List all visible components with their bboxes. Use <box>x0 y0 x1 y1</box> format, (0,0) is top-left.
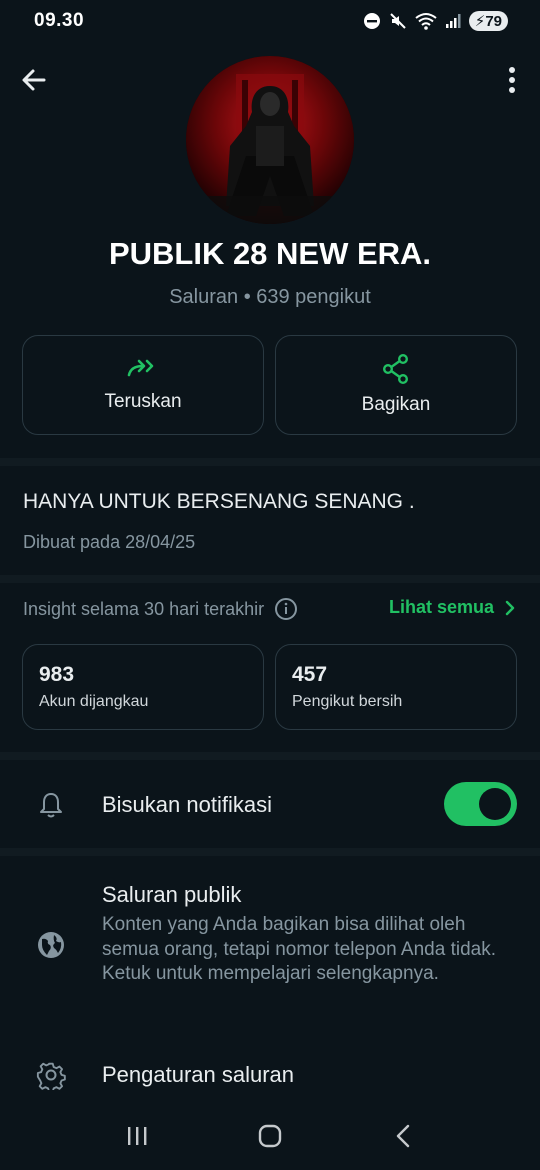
signal-icon <box>445 14 461 28</box>
bell-icon <box>40 793 62 818</box>
battery-level: 79 <box>485 12 502 30</box>
see-all-link[interactable]: Lihat semua <box>389 597 516 618</box>
forward-button[interactable]: Teruskan <box>22 335 264 435</box>
globe-icon <box>38 932 64 958</box>
share-label: Bagikan <box>361 394 431 415</box>
stat-card-followers[interactable]: 457 Pengikut bersih <box>275 644 517 730</box>
gear-icon <box>36 1062 66 1090</box>
section-divider <box>0 752 540 760</box>
arrow-left-icon[interactable] <box>18 64 50 96</box>
channel-avatar[interactable] <box>186 56 354 224</box>
mute-toggle[interactable] <box>444 782 517 826</box>
double-forward-icon <box>127 359 154 377</box>
more-vert-icon[interactable] <box>502 64 522 96</box>
public-channel-title[interactable]: Saluran publik <box>102 882 241 908</box>
do-not-disturb-icon <box>363 13 380 29</box>
channel-name: PUBLIK 28 NEW ERA. <box>108 236 432 271</box>
status-time: 09.30 <box>34 10 85 31</box>
status-icons: ⚡ 79 <box>363 11 508 31</box>
recent-apps-icon <box>127 1127 147 1145</box>
recent-apps-button[interactable] <box>117 1116 157 1156</box>
created-date: Dibuat pada 28/04/25 <box>23 532 196 552</box>
see-all-label: Lihat semua <box>388 597 494 617</box>
section-divider <box>0 458 540 466</box>
toggle-knob <box>479 788 511 820</box>
system-nav-bar <box>0 1102 540 1170</box>
insights-header: Insight selama 30 hari terakhir <box>23 597 298 621</box>
channel-subtitle: Saluran • 639 pengikut <box>169 286 371 308</box>
back-nav-icon <box>397 1124 410 1148</box>
back-nav-button[interactable] <box>383 1116 423 1156</box>
status-bar: 09.30 ⚡ 79 <box>0 0 540 42</box>
info-icon[interactable] <box>274 597 298 621</box>
chevron-right-icon <box>505 600 515 615</box>
channel-settings-label[interactable]: Pengaturan saluran <box>102 1062 294 1088</box>
forward-label: Teruskan <box>104 391 182 412</box>
avatar-image <box>186 56 354 224</box>
stat-value: 983 <box>39 663 75 686</box>
section-divider <box>0 575 540 583</box>
wifi-icon <box>415 13 437 30</box>
stat-value: 457 <box>292 663 328 686</box>
public-channel-description: Konten yang Anda bagikan bisa dilihat ol… <box>102 914 496 984</box>
stat-label: Pengikut bersih <box>292 693 403 710</box>
mute-notifications-label: Bisukan notifikasi <box>102 792 272 817</box>
stat-label: Akun dijangkau <box>39 693 149 710</box>
share-button[interactable]: Bagikan <box>275 335 517 435</box>
share-icon <box>383 354 409 384</box>
home-icon <box>258 1124 282 1148</box>
battery-indicator: ⚡ 79 <box>468 11 508 31</box>
channel-description: HANYA UNTUK BERSENANG SENANG . <box>23 490 415 513</box>
home-button[interactable] <box>250 1116 290 1156</box>
mute-icon <box>390 13 406 29</box>
section-divider <box>0 848 540 856</box>
stat-card-reach[interactable]: 983 Akun dijangkau <box>22 644 264 730</box>
insights-label: Insight selama 30 hari terakhir <box>23 598 265 619</box>
